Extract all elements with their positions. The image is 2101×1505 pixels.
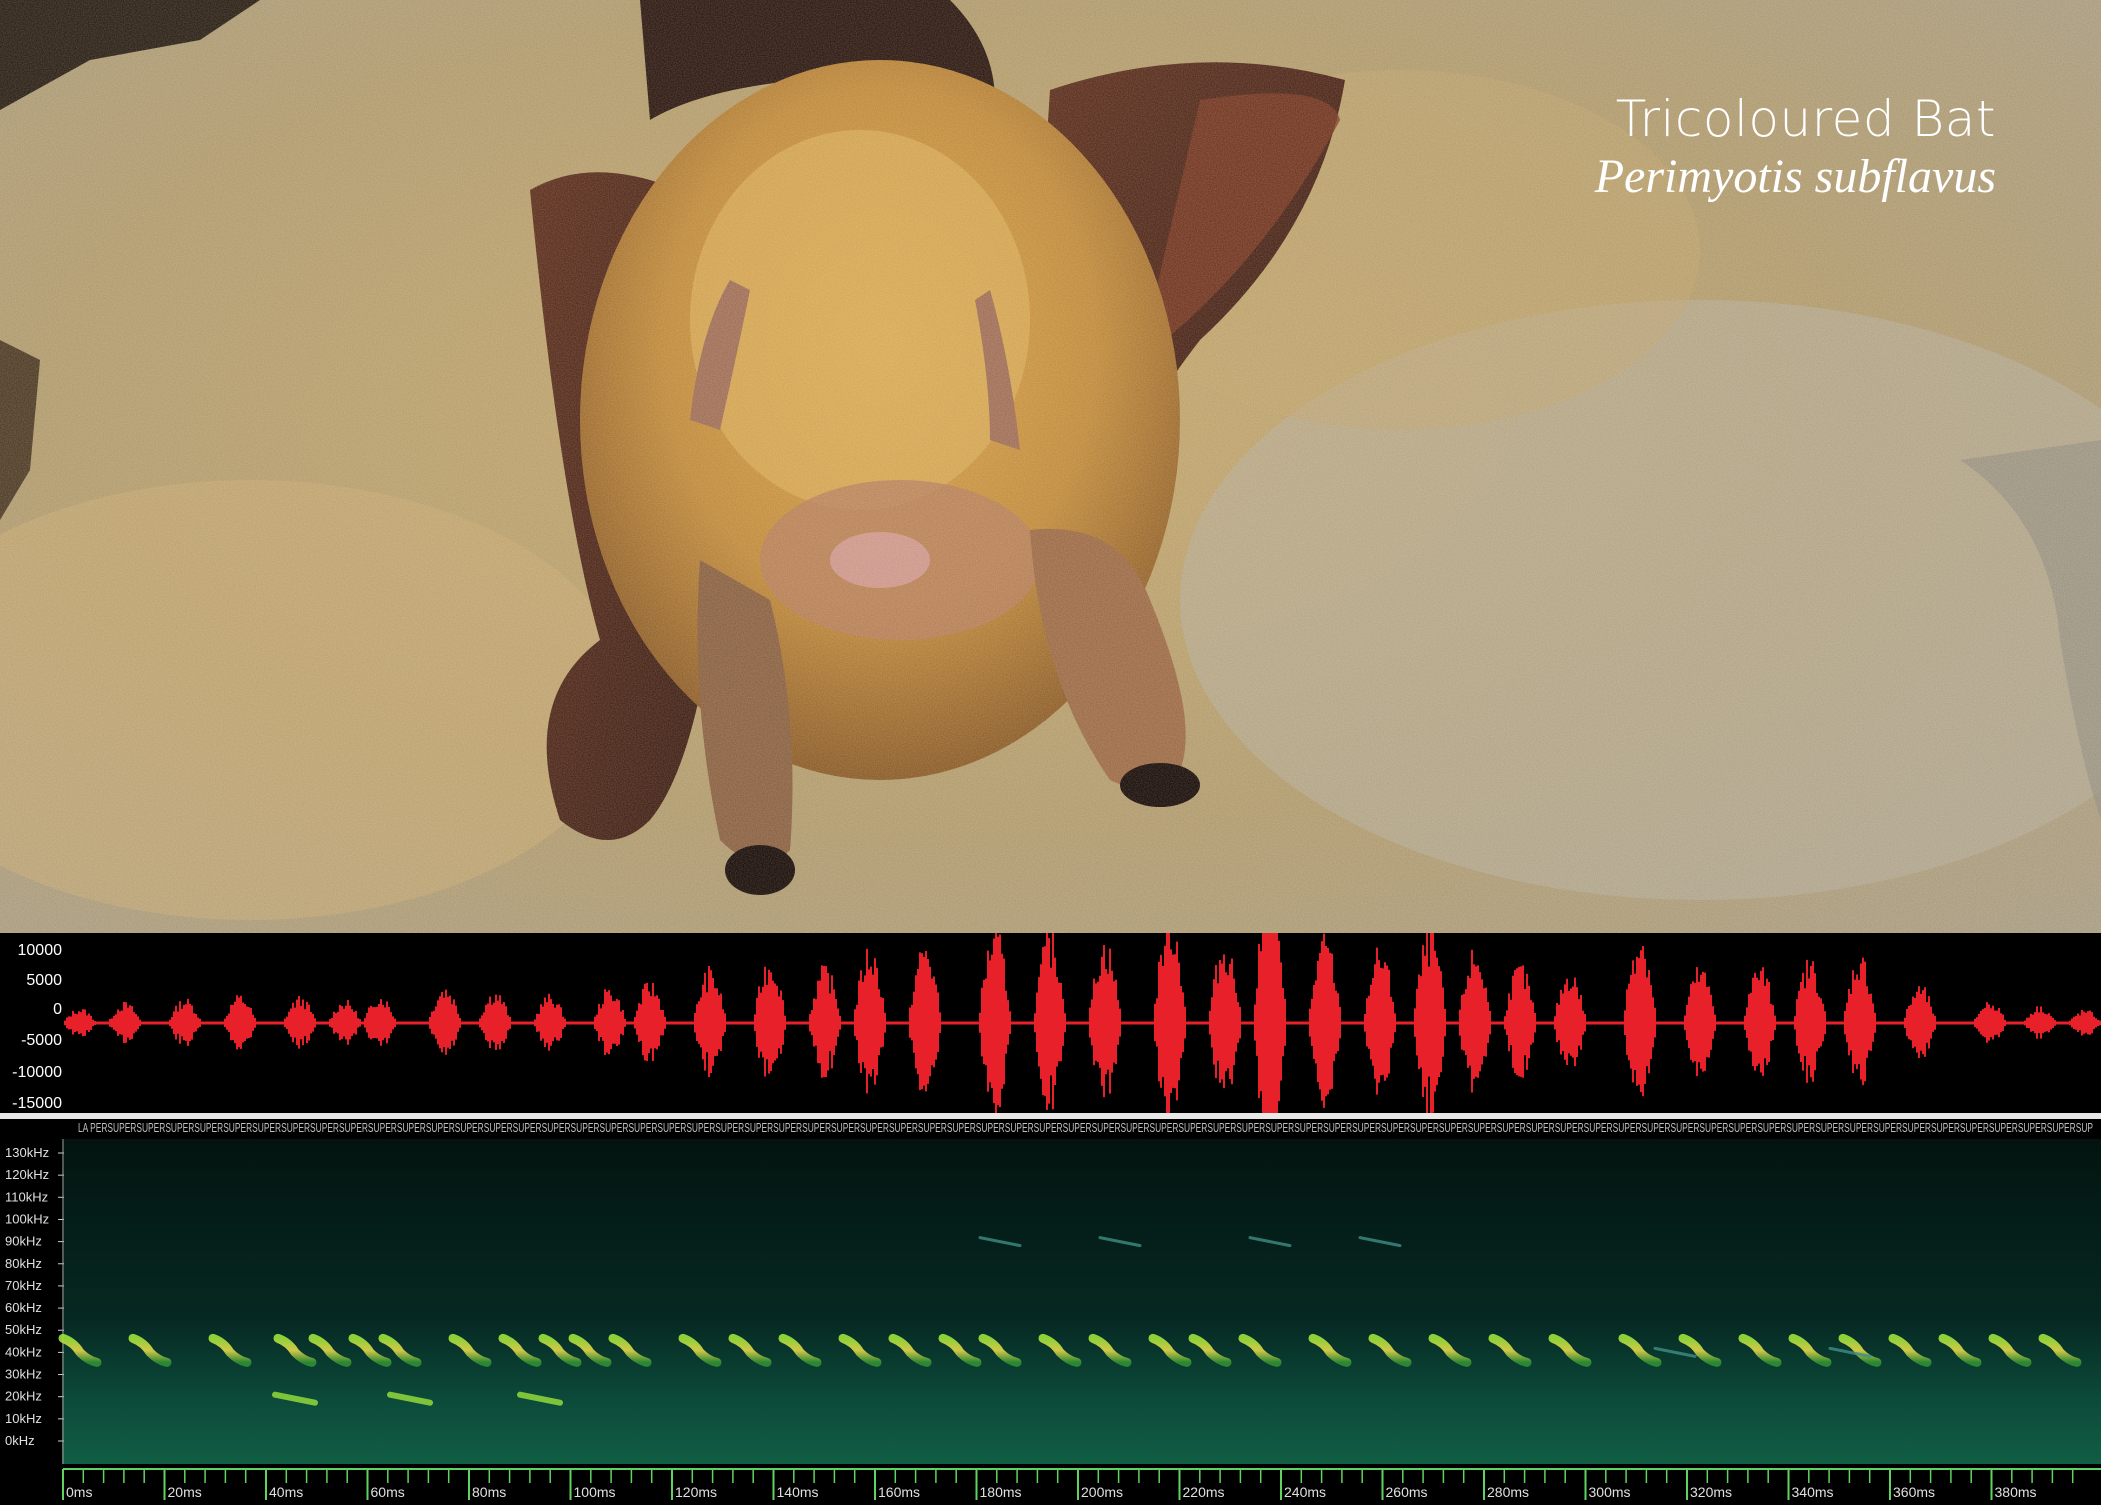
waveform-burst xyxy=(1034,931,1066,1110)
waveform-burst xyxy=(979,928,1011,1114)
waveform-burst xyxy=(909,951,941,1092)
time-tick-label: 280ms xyxy=(1487,1484,1529,1500)
waveform-burst xyxy=(534,993,566,1051)
time-tick-label: 100ms xyxy=(574,1484,616,1500)
time-tick-label: 60ms xyxy=(371,1484,405,1500)
frequency-tick-label: 60kHz xyxy=(5,1300,42,1315)
waveform-panel: 10000 5000 0 -5000 -10000 -15000 xyxy=(0,861,2101,1177)
spectrogram-plot: LA PERSUPERSUPERSUPERSUPERSUPERSUPERSUPE… xyxy=(5,1120,2101,1500)
waveform-burst xyxy=(224,995,256,1050)
waveform-burst xyxy=(809,965,841,1078)
waveform-burst xyxy=(1089,944,1121,1098)
spectrogram-label-strip: LA PERSUPERSUPERSUPERSUPERSUPERSUPERSUPE… xyxy=(78,1120,2093,1135)
waveform-burst xyxy=(1744,967,1776,1076)
waveform-burst xyxy=(429,989,461,1055)
frequency-tick-label: 30kHz xyxy=(5,1367,42,1382)
frequency-tick-label: 0kHz xyxy=(5,1433,35,1448)
waveform-y-tick-label: 0 xyxy=(53,1001,62,1018)
waveform-burst xyxy=(754,966,786,1077)
frequency-tick-label: 110kHz xyxy=(5,1189,48,1204)
frequency-tick-label: 90kHz xyxy=(5,1234,42,1249)
frequency-tick-label: 50kHz xyxy=(5,1322,42,1337)
time-tick-label: 40ms xyxy=(269,1484,303,1500)
time-tick-label: 320ms xyxy=(1690,1484,1732,1500)
time-tick-label: 260ms xyxy=(1386,1484,1428,1500)
waveform-burst xyxy=(2024,1006,2056,1039)
time-tick-label: 200ms xyxy=(1081,1484,1123,1500)
time-tick-label: 0ms xyxy=(66,1484,92,1500)
frequency-tick-label: 120kHz xyxy=(5,1167,49,1182)
frequency-tick-label: 130kHz xyxy=(5,1145,49,1160)
time-tick-label: 160ms xyxy=(878,1484,920,1500)
waveform-burst xyxy=(329,1000,361,1045)
waveform-burst xyxy=(1684,967,1716,1077)
time-tick-label: 140ms xyxy=(777,1484,819,1500)
waveform-y-axis: 10000 5000 0 -5000 -10000 -15000 xyxy=(12,942,62,1112)
waveform-burst xyxy=(169,998,201,1046)
time-tick-label: 20ms xyxy=(168,1484,202,1500)
time-tick-label: 340ms xyxy=(1792,1484,1834,1500)
bat-photo: Tricoloured Bat Perimyotis subflavus xyxy=(0,0,2101,933)
spectrogram-frequency-axis: 130kHz 120kHz 110kHz 100kHz 90kHz 80kHz 70kHz 6… xyxy=(5,1139,64,1464)
waveform-burst xyxy=(1554,977,1586,1067)
waveform-signal xyxy=(64,861,2101,1177)
waveform-burst xyxy=(1254,861,1286,1177)
waveform-burst xyxy=(1974,1002,2006,1043)
time-tick-label: 240ms xyxy=(1284,1484,1326,1500)
waveform-burst xyxy=(109,1001,141,1044)
waveform-plot: 10000 5000 0 -5000 -10000 -15000 xyxy=(12,861,2101,1177)
time-tick-label: 220ms xyxy=(1183,1484,1225,1500)
time-tick-label: 380ms xyxy=(1995,1484,2037,1500)
waveform-burst xyxy=(479,994,511,1050)
time-tick-label: 180ms xyxy=(980,1484,1022,1500)
time-tick-label: 120ms xyxy=(675,1484,717,1500)
frequency-tick-label: 70kHz xyxy=(5,1278,42,1293)
frequency-tick-label: 10kHz xyxy=(5,1411,42,1426)
waveform-y-tick-label: -10000 xyxy=(12,1064,62,1081)
species-title-block: Tricoloured Bat Perimyotis subflavus xyxy=(1595,92,1996,204)
waveform-burst xyxy=(1794,959,1826,1083)
spectrogram-time-axis: 0ms 20ms 40ms 60ms 80ms 100ms 120ms 140ms 160ms 1… xyxy=(62,1468,2101,1500)
waveform-burst xyxy=(364,999,396,1046)
waveform-burst xyxy=(694,966,726,1078)
frequency-tick-label: 20kHz xyxy=(5,1389,42,1404)
waveform-burst xyxy=(284,996,316,1049)
waveform-burst xyxy=(854,948,886,1094)
waveform-burst xyxy=(1844,957,1876,1086)
time-tick-label: 80ms xyxy=(472,1484,506,1500)
waveform-burst xyxy=(1624,946,1656,1097)
common-name: Tricoloured Bat xyxy=(1615,90,1996,148)
scientific-name: Perimyotis subflavus xyxy=(1594,150,1996,203)
waveform-y-tick-label: 10000 xyxy=(18,942,63,959)
waveform-burst xyxy=(1364,947,1396,1095)
time-tick-label: 300ms xyxy=(1589,1484,1631,1500)
spectrogram-panel: LA PERSUPERSUPERSUPERSUPERSUPERSUPERSUPE… xyxy=(0,1119,2101,1500)
waveform-burst xyxy=(1309,933,1341,1108)
waveform-y-tick-label: -5000 xyxy=(21,1032,62,1049)
frequency-tick-label: 100kHz xyxy=(5,1211,49,1226)
frequency-tick-label: 40kHz xyxy=(5,1344,42,1359)
waveform-burst xyxy=(1904,986,1936,1059)
time-tick-label: 360ms xyxy=(1893,1484,1935,1500)
waveform-burst xyxy=(2069,1009,2101,1036)
waveform-burst xyxy=(1414,927,1446,1115)
waveform-burst xyxy=(1504,965,1536,1078)
waveform-y-tick-label: 5000 xyxy=(26,972,62,989)
waveform-y-tick-label: -15000 xyxy=(12,1095,62,1112)
waveform-burst xyxy=(1459,949,1491,1093)
waveform-burst xyxy=(64,1009,96,1037)
waveform-burst xyxy=(634,982,666,1062)
frequency-tick-label: 80kHz xyxy=(5,1256,42,1271)
waveform-burst xyxy=(594,989,626,1056)
waveform-burst xyxy=(1209,954,1241,1089)
waveform-burst xyxy=(1154,909,1186,1132)
